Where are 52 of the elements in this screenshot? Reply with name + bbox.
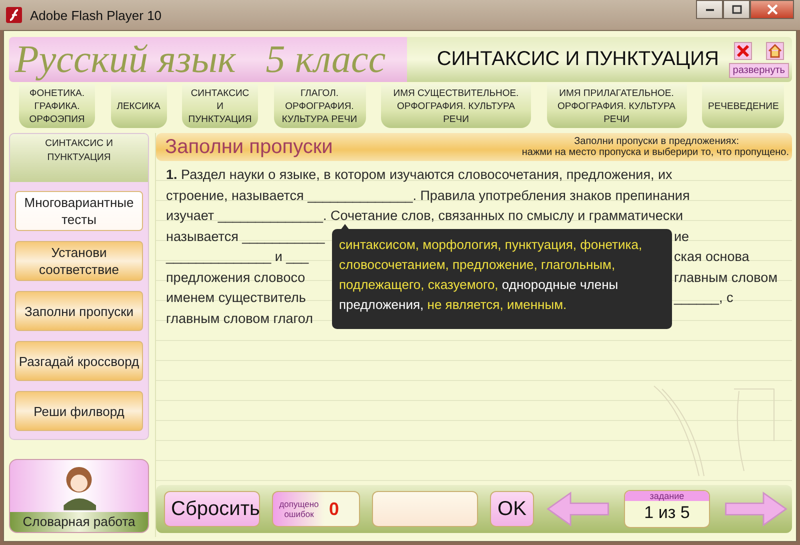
sidebar-title: СИНТАКСИС И ПУНКТУАЦИЯ <box>10 134 148 182</box>
text-fragment: главным словом <box>674 268 778 286</box>
answer-field[interactable] <box>372 491 478 527</box>
section-tab[interactable]: РЕЧЕВЕДЕНИЕ <box>702 84 784 128</box>
close-button[interactable] <box>750 0 794 19</box>
close-icon[interactable] <box>734 42 752 60</box>
text-line: строение, называется ______________. Правила употребления знаков препинания <box>166 188 690 202</box>
grade-title: 5 класс <box>266 38 386 82</box>
exercise-button[interactable]: Многовариантные тесты <box>15 191 143 231</box>
section-tab[interactable]: ЛЕКСИКА <box>110 84 166 128</box>
instruction-text: нажми на место пропуска и выберири то, что пропущено. <box>522 147 789 158</box>
task-number: 1 из 5 <box>644 503 690 523</box>
text-fragment: ______, с <box>674 289 734 307</box>
text-fragment: ская основа <box>674 248 750 266</box>
app-icon <box>6 7 22 23</box>
vocabulary-card[interactable]: Словарная работа <box>9 459 149 533</box>
maximize-button[interactable] <box>723 0 750 19</box>
errors-label: допущено ошибок <box>278 499 320 519</box>
minimize-icon <box>706 8 714 10</box>
minimize-button[interactable] <box>696 0 723 19</box>
section-tab[interactable]: ИМЯ ПРИЛАГАТЕЛЬНОЕ. ОРФОГРАФИЯ. КУЛЬТУРА РЕЧИ <box>546 84 686 128</box>
vocabulary-label: Словарная работа <box>10 512 148 532</box>
maximize-icon <box>732 4 742 14</box>
section-tab[interactable]: ФОНЕТИКА. ГРАФИКА. ОРФОЭПИЯ <box>19 84 95 128</box>
section-tab[interactable]: ИМЯ СУЩЕСТВИТЕЛЬНОЕ. ОРФОГРАФИЯ. КУЛЬТУРА РЕЧИ <box>381 84 531 128</box>
window-title: Adobe Flash Player 10 <box>30 8 162 22</box>
errors-count: 0 <box>329 498 340 520</box>
exercise-button[interactable]: Разгадай кроссворд <box>15 341 143 381</box>
reset-button[interactable]: Сбросить <box>164 491 260 527</box>
text-line: изучает ______________. Сочетание слов, связанных по смыслу и грамматически <box>166 208 684 223</box>
text-line: 1. Раздел науки о языке, в котором изучаются словосочетания, предложения, их <box>166 167 672 182</box>
task-label: задание <box>625 491 709 501</box>
exercise-button[interactable]: Заполни пропуски <box>15 291 143 331</box>
exercise-button[interactable]: Реши филворд <box>15 391 143 431</box>
instruction-text: Заполни пропуски в предложениях: <box>574 136 739 147</box>
text-line: главным словом глагол <box>166 310 313 326</box>
text-fragment: ие <box>674 228 690 246</box>
text-line: предложения словосо <box>166 268 306 287</box>
section-title: СИНТАКСИС И ПУНКТУАЦИЯ <box>436 48 720 71</box>
ok-button[interactable]: OK <box>490 491 534 527</box>
exercise-button[interactable]: Установи соответствие <box>15 241 143 281</box>
home-icon[interactable] <box>766 42 784 60</box>
close-icon <box>766 4 778 15</box>
app-title: Русский язык <box>15 38 236 82</box>
section-tab[interactable]: ГЛАГОЛ. ОРФОГРАФИЯ. КУЛЬТУРА РЕЧИ <box>274 84 366 128</box>
expand-button[interactable]: развернуть <box>728 62 789 78</box>
answer-options: синтаксисом, морфология, пунктуация, фонетика, словосочетанием, предложение, глагольным, подлежащего, сказуемого, однородные члены предложения, не является, именным. <box>339 235 665 315</box>
section-tab[interactable]: СИНТАКСИС И ПУНКТУАЦИЯ <box>182 84 258 128</box>
text-line: называется ___________ <box>166 228 326 246</box>
text-line: именем существитель <box>166 289 307 307</box>
text-line: ______________ и ___ <box>166 248 310 266</box>
task-title: Заполни пропуски <box>165 136 333 158</box>
